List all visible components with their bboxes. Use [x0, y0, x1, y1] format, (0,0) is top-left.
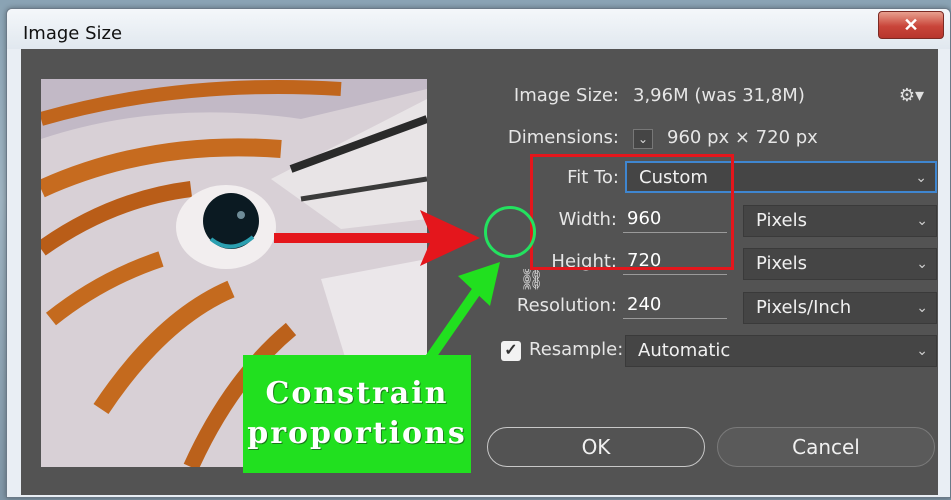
image-size-label: Image Size:	[513, 85, 619, 106]
chevron-down-icon: ⌄	[915, 170, 927, 186]
dialog-title: Image Size	[23, 23, 123, 44]
dimensions-label: Dimensions:	[507, 127, 619, 148]
width-unit-select[interactable]: Pixels ⌄	[743, 205, 937, 237]
checkmark-icon: ✓	[504, 342, 518, 359]
height-unit-value: Pixels	[756, 253, 808, 274]
chevron-down-icon: ⌄	[916, 213, 928, 229]
constrain-proportions-callout: Constrain proportions	[243, 355, 471, 473]
resolution-unit-value: Pixels/Inch	[756, 297, 852, 318]
title-bar: Image Size ✕	[7, 9, 950, 49]
close-button[interactable]: ✕	[878, 11, 944, 39]
resample-checkbox[interactable]: ✓	[501, 341, 521, 361]
chevron-down-icon: ⌄	[916, 343, 928, 359]
chevron-down-icon: ⌄	[916, 256, 928, 272]
width-unit-value: Pixels	[756, 210, 808, 231]
dimensions-value: 960 px × 720 px	[667, 127, 818, 148]
link-icon-highlight-circle	[484, 206, 536, 258]
dimensions-unit-dropdown[interactable]: ⌄	[633, 129, 653, 149]
resample-label: Resample:	[529, 339, 624, 360]
close-icon: ✕	[903, 14, 919, 35]
image-size-value: 3,96M (was 31,8M)	[633, 85, 805, 106]
resolution-input[interactable]: 240	[623, 293, 727, 319]
gear-icon[interactable]: ⚙▾	[899, 85, 924, 106]
resample-value: Automatic	[638, 340, 731, 361]
chevron-down-icon: ⌄	[916, 300, 928, 316]
resample-select[interactable]: Automatic ⌄	[625, 335, 937, 367]
ok-button[interactable]: OK	[487, 427, 705, 467]
cancel-button[interactable]: Cancel	[717, 427, 935, 467]
resolution-unit-select[interactable]: Pixels/Inch ⌄	[743, 292, 937, 324]
callout-line-2: proportions	[247, 416, 467, 451]
callout-line-1: Constrain	[265, 376, 449, 411]
dialog-body: ⚙▾ Image Size: 3,96M (was 31,8M) Dimensi…	[21, 49, 938, 495]
chevron-down-icon: ⌄	[637, 132, 649, 146]
image-size-dialog: Image Size ✕ ⚙▾ Image Size: 3,96M (was 3…	[6, 8, 951, 498]
resolution-label: Resolution:	[516, 295, 617, 316]
width-height-highlight-box	[530, 154, 734, 270]
height-unit-select[interactable]: Pixels ⌄	[743, 248, 937, 280]
